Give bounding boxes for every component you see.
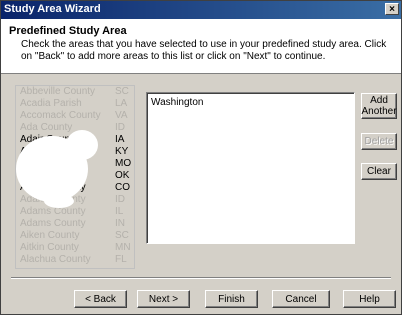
study-area-wizard-window: Study Area Wizard × Predefined Study Are… (0, 0, 402, 315)
delete-button[interactable]: Delete (361, 133, 397, 150)
county-state: OK (115, 170, 130, 181)
county-list-item[interactable]: Adams County IL (16, 206, 134, 218)
window-title: Study Area Wizard (4, 3, 101, 15)
county-name: Aitkin County (20, 242, 79, 253)
county-name: Abbeville County (20, 86, 96, 97)
county-state: FL (115, 254, 127, 265)
county-state: IL (115, 206, 124, 217)
county-name: Acadia Parish (20, 98, 82, 109)
clear-button[interactable]: Clear (361, 163, 397, 180)
county-state: ID (115, 122, 125, 133)
county-state: CO (115, 182, 130, 193)
county-state: MN (115, 242, 131, 253)
white-blot-decoration (66, 130, 98, 160)
county-state: VA (115, 110, 128, 121)
footer-divider (11, 277, 391, 279)
county-list-item[interactable]: Acadia Parish LA (16, 98, 134, 110)
finish-button[interactable]: Finish (205, 290, 258, 308)
county-name: Adams County (20, 218, 86, 229)
county-state: IA (115, 134, 125, 145)
white-blot-decoration (44, 194, 74, 208)
county-state: LA (115, 98, 128, 109)
add-another-button[interactable]: Add Another (361, 93, 397, 119)
county-name: Accomack County (20, 110, 101, 121)
county-list-item[interactable]: Aiken County SC (16, 230, 134, 242)
county-state: IN (115, 218, 125, 229)
county-state: ID (115, 194, 125, 205)
selected-area-item[interactable]: Washington (151, 97, 203, 108)
county-state: MO (115, 158, 132, 169)
step-description: Check the areas that you have selected t… (21, 39, 387, 62)
available-areas-list[interactable]: Abbeville County SC Acadia Parish LA Accomac… (15, 85, 135, 269)
selected-areas-list[interactable]: Washington (146, 92, 355, 244)
county-list-item[interactable]: Abbeville County SC (16, 86, 134, 98)
county-state: SC (115, 86, 129, 97)
title-bar: Study Area Wizard × (1, 1, 401, 19)
county-list-item[interactable]: Aitkin County MN (16, 242, 134, 254)
county-list-item[interactable]: Accomack County VA (16, 110, 134, 122)
county-name: Adams County (20, 206, 86, 217)
county-state: KY (115, 146, 129, 157)
wizard-header: Predefined Study Area Check the areas th… (1, 19, 401, 74)
back-button[interactable]: < Back (74, 290, 127, 308)
help-button[interactable]: Help (343, 290, 396, 308)
close-button[interactable]: × (385, 3, 399, 15)
cancel-button[interactable]: Cancel (272, 290, 330, 308)
county-name: Aiken County (20, 230, 80, 241)
county-list-item[interactable]: Alachua County FL (16, 254, 134, 266)
county-name: Alachua County (20, 254, 91, 265)
next-button[interactable]: Next > (137, 290, 190, 308)
county-list-item[interactable]: Adams County IN (16, 218, 134, 230)
county-state: SC (115, 230, 129, 241)
county-name: Ada County (20, 122, 73, 133)
step-heading: Predefined Study Area (9, 25, 127, 37)
